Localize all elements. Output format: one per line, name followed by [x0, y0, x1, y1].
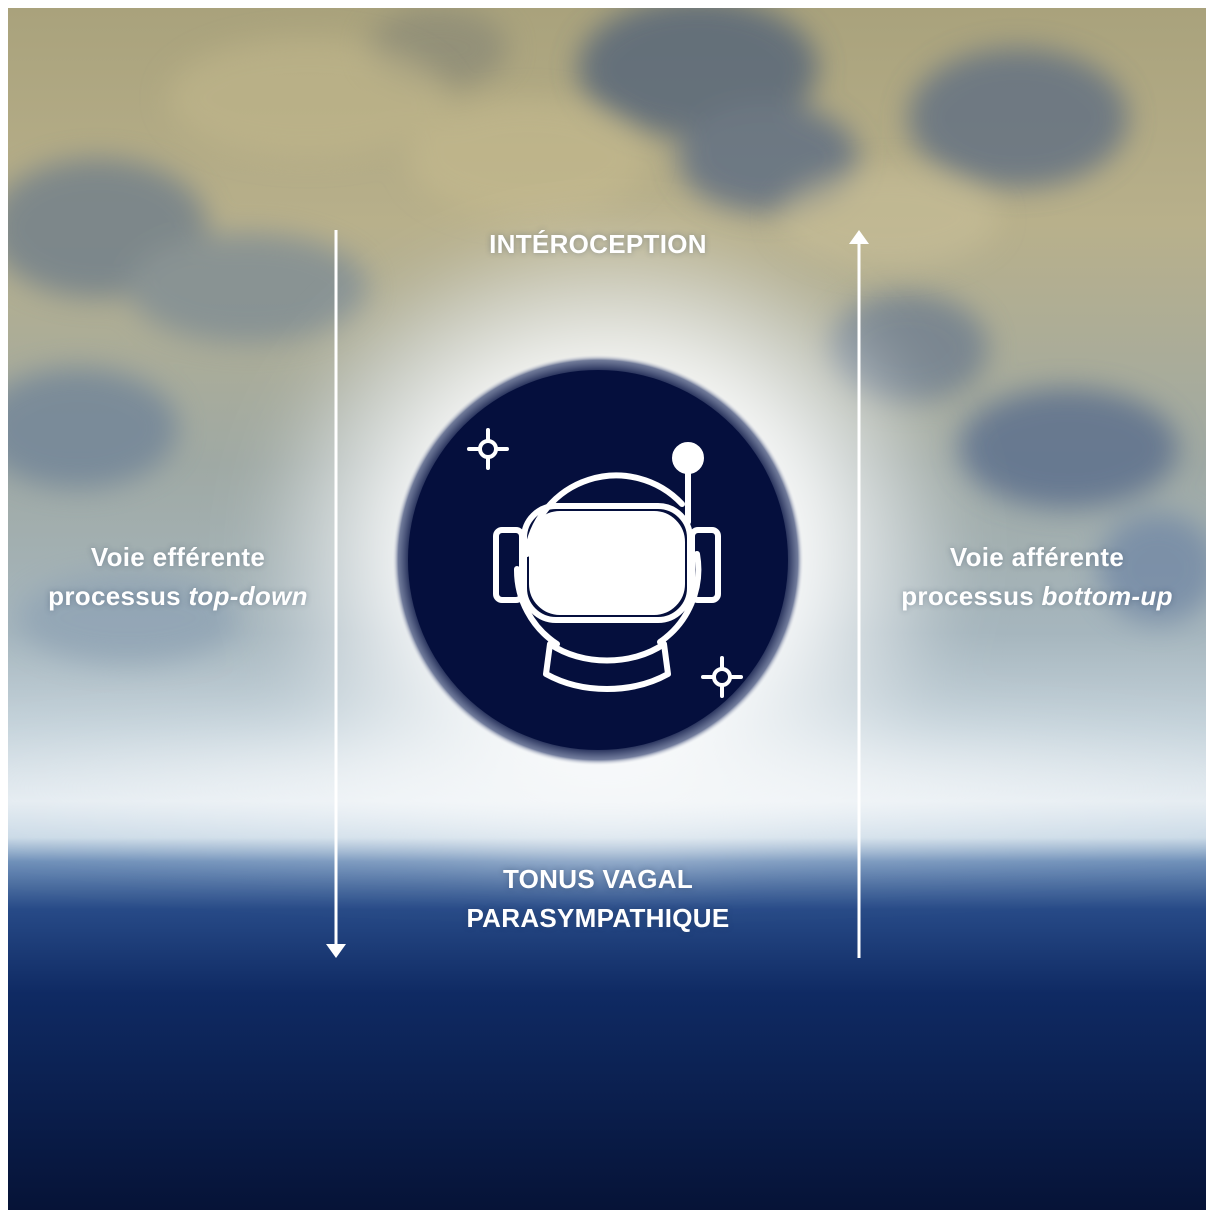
interoception-text: INTÉROCEPTION	[489, 229, 707, 259]
efferent-prefix: processus	[48, 581, 189, 611]
afferent-process-type: bottom-up	[1041, 581, 1173, 611]
efferent-pathway-label: Voie efférente processus top-down	[18, 538, 338, 616]
efferent-line1: Voie efférente	[90, 542, 266, 572]
efferent-line2: processus top-down	[18, 577, 338, 616]
diagram-canvas: INTÉROCEPTION TONUS VAGAL PARASYMPATHIQU…	[8, 8, 1206, 1210]
afferent-line2: processus bottom-up	[880, 577, 1194, 616]
afferent-line1: Voie afférente	[949, 542, 1125, 572]
vagal-tone-line1: TONUS VAGAL	[502, 864, 694, 894]
astronaut-emblem	[392, 354, 804, 766]
afferent-prefix: processus	[901, 581, 1042, 611]
vagal-tone-label: TONUS VAGAL PARASYMPATHIQUE	[388, 860, 808, 938]
efferent-process-type: top-down	[188, 581, 308, 611]
vagal-tone-line2: PARASYMPATHIQUE	[466, 903, 730, 933]
interoception-label: INTÉROCEPTION	[388, 224, 808, 264]
afferent-pathway-label: Voie afférente processus bottom-up	[880, 538, 1194, 616]
